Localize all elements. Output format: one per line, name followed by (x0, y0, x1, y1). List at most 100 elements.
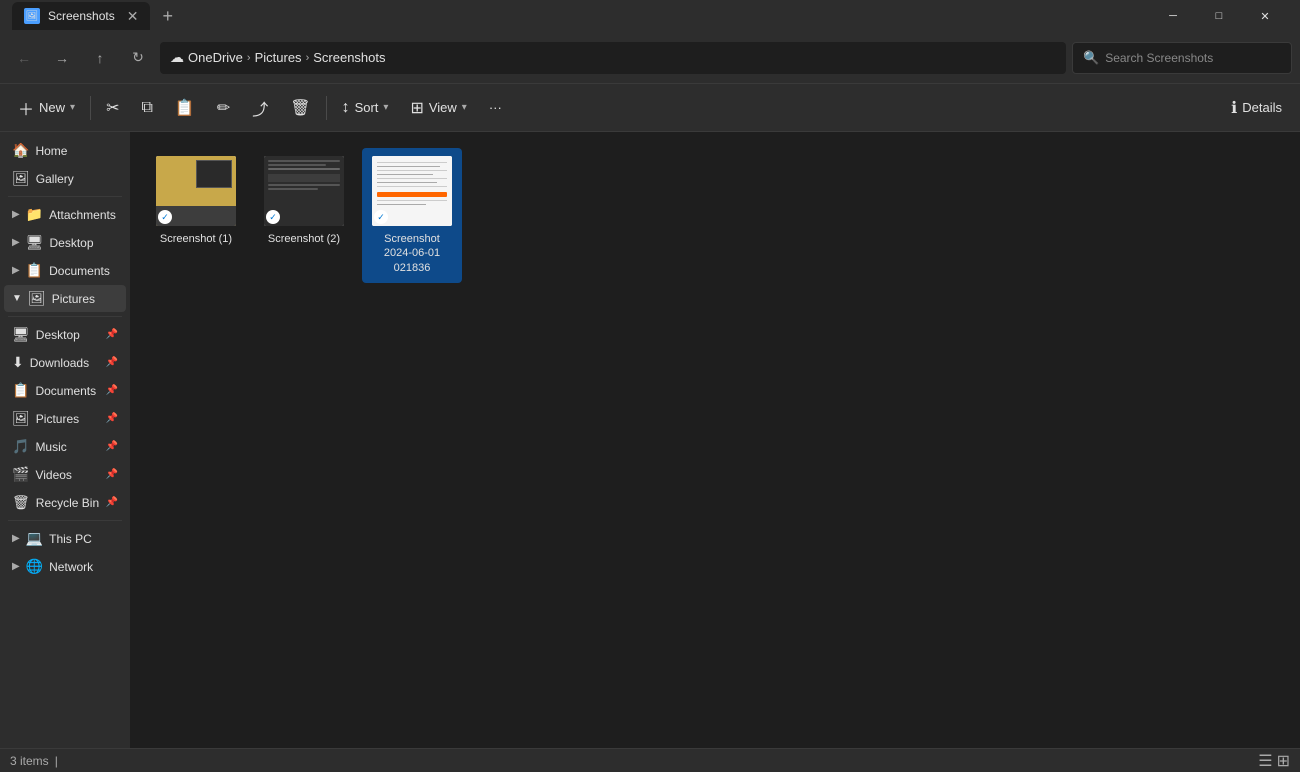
sidebar-item-thispc[interactable]: ▶ 💻 This PC (4, 525, 126, 552)
sort-button[interactable]: ↕ Sort ▾ (332, 90, 399, 126)
up-button[interactable]: ↑ (84, 42, 116, 74)
forward-button[interactable]: → (46, 42, 78, 74)
sidebar-thispc-label: This PC (49, 532, 118, 546)
tab-close-button[interactable]: ✕ (127, 8, 139, 25)
arrow-icon: ▶ (12, 533, 20, 544)
title-bar: 🖼 Screenshots ✕ + ─ □ ✕ (0, 0, 1300, 32)
pictures-pinned-icon: 🖼 (12, 410, 30, 427)
share-button[interactable]: ⤴ (242, 90, 278, 126)
search-icon: 🔍 (1083, 50, 1099, 66)
pin-icon: 📌 (106, 441, 118, 452)
sidebar-pinned-desktop-label: Desktop (36, 328, 100, 342)
rename-button[interactable]: ✏ (207, 90, 240, 126)
arrow-icon: ▼ (12, 293, 22, 304)
main-area: 🏠 Home 🖼 Gallery ▶ 📁 Attachments ▶ 🖥 Des… (0, 132, 1300, 748)
new-dropdown-icon: ▾ (70, 102, 75, 113)
breadcrumb-pictures: Pictures (255, 50, 302, 65)
arrow-icon: ▶ (12, 209, 20, 220)
details-label: Details (1242, 100, 1282, 115)
copy-button[interactable]: ⧉ (131, 90, 162, 126)
paste-button[interactable]: 📋 (165, 90, 205, 126)
tab-label: Screenshots (48, 9, 115, 23)
sidebar-divider-2 (8, 316, 122, 317)
copy-icon: ⧉ (141, 99, 152, 117)
sidebar-pinned-desktop[interactable]: 🖥 Desktop 📌 (4, 321, 126, 348)
file-thumb-3: ✓ (372, 156, 452, 226)
breadcrumb-sep2: › (306, 52, 310, 64)
address-bar: ← → ↑ ↻ ☁ OneDrive › Pictures › Screensh… (0, 32, 1300, 84)
breadcrumb-sep1: › (247, 52, 251, 64)
sidebar-pinned-music[interactable]: 🎵 Music 📌 (4, 433, 126, 460)
pin-icon: 📌 (106, 385, 118, 396)
sidebar-home-label: Home (35, 144, 118, 158)
file-name-2: Screenshot (2) (268, 232, 340, 246)
file-thumb-1: ✓ (156, 156, 236, 226)
back-button[interactable]: ← (8, 42, 40, 74)
list-view-icon[interactable]: ☰ (1258, 751, 1272, 771)
file-item-screenshot2[interactable]: ✓ Screenshot (2) (254, 148, 354, 283)
sidebar-attachments-label: Attachments (49, 208, 118, 222)
new-button[interactable]: ＋ New ▾ (8, 90, 85, 126)
refresh-button[interactable]: ↻ (122, 42, 154, 74)
documents-pinned-icon: 📋 (12, 382, 29, 399)
arrow-icon: ▶ (12, 237, 20, 248)
sidebar-pinned-videos[interactable]: 🎬 Videos 📌 (4, 461, 126, 488)
sidebar-item-pictures[interactable]: ▼ 🖼 Pictures (4, 285, 126, 312)
sidebar-pictures-label: Pictures (52, 292, 118, 306)
documents-icon: 📋 (26, 262, 43, 279)
more-button[interactable]: ··· (479, 90, 512, 126)
attachments-icon: 📁 (26, 206, 43, 223)
file-grid: ✓ Screenshot (1) ✓ Screen (146, 148, 1284, 283)
sidebar-pinned-documents[interactable]: 📋 Documents 📌 (4, 377, 126, 404)
file-thumb-2: ✓ (264, 156, 344, 226)
sidebar-item-gallery[interactable]: 🖼 Gallery (4, 165, 126, 192)
new-tab-button[interactable]: + (162, 6, 173, 27)
sidebar-pinned-downloads[interactable]: ⬇ Downloads 📌 (4, 349, 126, 376)
desktop-icon: 🖥 (26, 234, 44, 251)
sidebar-desktop-label: Desktop (49, 236, 118, 250)
sidebar-item-attachments[interactable]: ▶ 📁 Attachments (4, 201, 126, 228)
arrow-icon: ▶ (12, 265, 20, 276)
cut-icon: ✂ (106, 98, 119, 118)
sidebar-pinned-documents-label: Documents (35, 384, 99, 398)
minimize-button[interactable]: ─ (1150, 0, 1196, 32)
maximize-button[interactable]: □ (1196, 0, 1242, 32)
pin-icon: 📌 (106, 497, 118, 508)
sidebar-pinned-pictures[interactable]: 🖼 Pictures 📌 (4, 405, 126, 432)
sidebar-pinned-recyclebin[interactable]: 🗑 Recycle Bin 📌 (4, 489, 126, 516)
sidebar-divider-1 (8, 196, 122, 197)
close-button[interactable]: ✕ (1242, 0, 1288, 32)
file-content-area: ✓ Screenshot (1) ✓ Screen (130, 132, 1300, 748)
toolbar: ＋ New ▾ ✂ ⧉ 📋 ✏ ⤴ 🗑 ↕ Sort ▾ ⊞ View ▾ ··… (0, 84, 1300, 132)
cut-button[interactable]: ✂ (96, 90, 129, 126)
search-placeholder: Search Screenshots (1105, 51, 1213, 65)
grid-view-icon[interactable]: ⊞ (1277, 751, 1290, 771)
arrow-icon: ▶ (12, 561, 20, 572)
active-tab[interactable]: 🖼 Screenshots ✕ (12, 2, 150, 30)
new-icon: ＋ (18, 96, 34, 120)
recyclebin-icon: 🗑 (12, 494, 30, 511)
view-toggle: ☰ ⊞ (1258, 751, 1290, 771)
search-box[interactable]: 🔍 Search Screenshots (1072, 42, 1292, 74)
sidebar-item-home[interactable]: 🏠 Home (4, 137, 126, 164)
details-button[interactable]: ℹ Details (1221, 90, 1292, 126)
delete-icon: 🗑 (290, 98, 310, 118)
home-icon: 🏠 (12, 142, 29, 159)
file-item-screenshot3[interactable]: ✓ Screenshot 2024-06-01 021836 (362, 148, 462, 283)
sidebar-pinned-pictures-label: Pictures (36, 412, 100, 426)
onedrive-check-1: ✓ (158, 210, 172, 224)
breadcrumb[interactable]: ☁ OneDrive › Pictures › Screenshots (160, 42, 1066, 74)
downloads-pinned-icon: ⬇ (12, 354, 24, 371)
rename-icon: ✏ (217, 98, 230, 118)
sidebar-item-desktop[interactable]: ▶ 🖥 Desktop (4, 229, 126, 256)
music-icon: 🎵 (12, 438, 29, 455)
pin-icon: 📌 (106, 357, 118, 368)
details-icon: ℹ (1231, 98, 1237, 118)
sidebar-item-network[interactable]: ▶ 🌐 Network (4, 553, 126, 580)
sidebar-pinned-downloads-label: Downloads (30, 356, 100, 370)
delete-button[interactable]: 🗑 (280, 90, 320, 126)
sidebar-item-documents[interactable]: ▶ 📋 Documents (4, 257, 126, 284)
status-bar: 3 items | ☰ ⊞ (0, 748, 1300, 772)
view-button[interactable]: ⊞ View ▾ (400, 90, 476, 126)
file-item-screenshot1[interactable]: ✓ Screenshot (1) (146, 148, 246, 283)
